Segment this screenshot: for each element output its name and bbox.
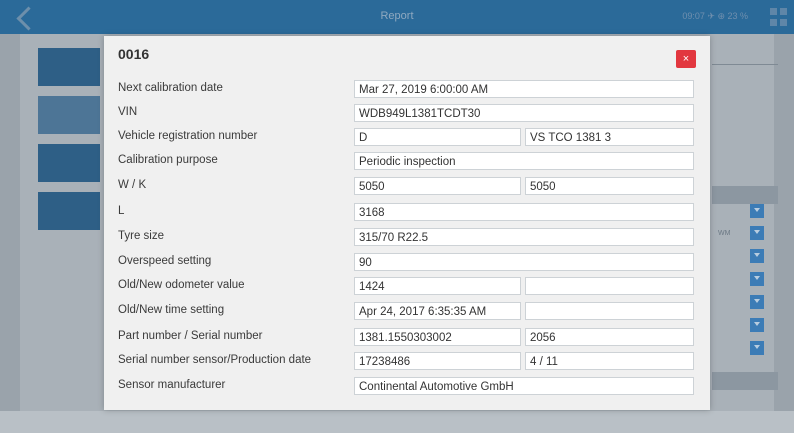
calibration-details-dialog: 0016 × Next calibration date Mar 27, 201… — [104, 36, 710, 410]
bottom-strip — [0, 411, 794, 433]
side-text: WM — [718, 230, 731, 237]
serial-number-field[interactable]: 2056 — [525, 328, 694, 346]
field-label: L — [118, 205, 125, 217]
row-next-calibration-date: Next calibration date Mar 27, 2019 6:00:… — [104, 80, 710, 100]
side-tile-1[interactable] — [38, 48, 100, 86]
field-label: Tyre size — [118, 230, 165, 242]
grid-menu-icon[interactable] — [770, 8, 788, 26]
new-time-field[interactable] — [525, 302, 694, 320]
row-part-serial: Part number / Serial number 1381.1550303… — [104, 328, 710, 348]
dropdown-button-7[interactable] — [750, 341, 764, 355]
sensor-serial-field[interactable]: 17238486 — [354, 352, 521, 370]
field-label: Serial number sensor/Production date — [118, 354, 312, 366]
dropdown-button-5[interactable] — [750, 295, 764, 309]
row-w-k: W / K 5050 5050 — [104, 177, 710, 197]
footer-band — [712, 372, 778, 390]
row-sensor-production: Serial number sensor/Production date 172… — [104, 352, 710, 372]
old-odometer-field[interactable]: 1424 — [354, 277, 521, 295]
field-label: Overspeed setting — [118, 255, 212, 267]
row-overspeed-setting: Overspeed setting 90 — [104, 253, 710, 273]
row-calibration-purpose: Calibration purpose Periodic inspection — [104, 152, 710, 172]
row-odometer: Old/New odometer value 1424 — [104, 277, 710, 297]
row-vehicle-registration: Vehicle registration number D VS TCO 138… — [104, 128, 710, 148]
side-tile-3[interactable] — [38, 144, 100, 182]
field-label: Next calibration date — [118, 82, 223, 94]
old-time-field[interactable]: Apr 24, 2017 6:35:35 AM — [354, 302, 521, 320]
field-label: Old/New time setting — [118, 304, 225, 316]
row-time-setting: Old/New time setting Apr 24, 2017 6:35:3… — [104, 302, 710, 322]
next-calibration-date-field[interactable]: Mar 27, 2019 6:00:00 AM — [354, 80, 694, 98]
row-sensor-manufacturer: Sensor manufacturer Continental Automoti… — [104, 377, 710, 397]
dropdown-button-4[interactable] — [750, 272, 764, 286]
table-header-band — [712, 186, 778, 204]
production-date-field[interactable]: 4 / 11 — [525, 352, 694, 370]
divider — [712, 64, 778, 65]
row-l: L 3168 — [104, 203, 710, 223]
registration-country-field[interactable]: D — [354, 128, 521, 146]
field-label: Part number / Serial number — [118, 330, 263, 342]
app-top-bar: Report 09:07 ✈ ⊕ 23 % — [0, 0, 794, 34]
field-label: Calibration purpose — [118, 154, 218, 166]
side-tile-4[interactable] — [38, 192, 100, 230]
dropdown-button-6[interactable] — [750, 318, 764, 332]
status-indicators: 09:07 ✈ ⊕ 23 % — [682, 11, 748, 21]
field-label: Vehicle registration number — [118, 130, 258, 142]
k-field[interactable]: 5050 — [525, 177, 694, 195]
sensor-manufacturer-field[interactable]: Continental Automotive GmbH — [354, 377, 694, 395]
close-button[interactable]: × — [676, 50, 696, 68]
field-label: W / K — [118, 179, 147, 191]
dropdown-button-3[interactable] — [750, 249, 764, 263]
field-label: Sensor manufacturer — [118, 379, 226, 391]
overspeed-setting-field[interactable]: 90 — [354, 253, 694, 271]
dropdown-button-1[interactable] — [750, 204, 764, 218]
field-label: Old/New odometer value — [118, 279, 245, 291]
row-tyre-size: Tyre size 315/70 R22.5 — [104, 228, 710, 248]
vin-field[interactable]: WDB949L1381TCDT30 — [354, 104, 694, 122]
w-field[interactable]: 5050 — [354, 177, 521, 195]
calibration-purpose-field[interactable]: Periodic inspection — [354, 152, 694, 170]
registration-number-field[interactable]: VS TCO 1381 3 — [525, 128, 694, 146]
part-number-field[interactable]: 1381.1550303002 — [354, 328, 521, 346]
l-field[interactable]: 3168 — [354, 203, 694, 221]
side-tile-2[interactable] — [38, 96, 100, 134]
tyre-size-field[interactable]: 315/70 R22.5 — [354, 228, 694, 246]
row-vin: VIN WDB949L1381TCDT30 — [104, 104, 710, 124]
new-odometer-field[interactable] — [525, 277, 694, 295]
app-title: Report — [380, 10, 414, 22]
dropdown-button-2[interactable] — [750, 226, 764, 240]
dialog-title: 0016 — [118, 46, 150, 62]
field-label: VIN — [118, 106, 138, 118]
